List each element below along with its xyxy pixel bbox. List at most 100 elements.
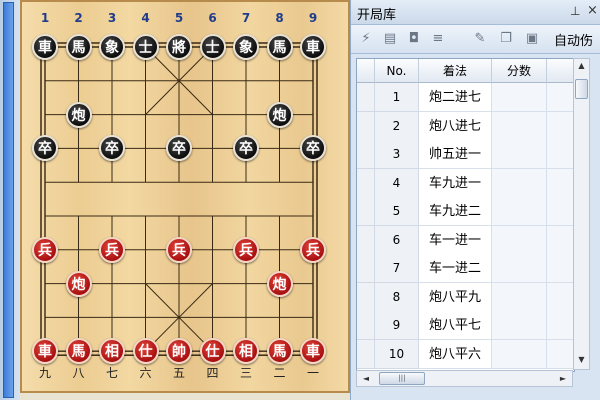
xiangqi-board[interactable]: 車馬象士將士象馬車炮炮卒卒卒卒卒兵兵兵兵兵炮炮車馬相仕帥仕相馬車 1234567… xyxy=(20,0,350,393)
move-cell[interactable]: 车一进二 xyxy=(419,254,492,283)
move-cell[interactable]: 车一进一 xyxy=(419,225,492,255)
close-icon[interactable]: × xyxy=(587,3,598,18)
score-cell[interactable] xyxy=(492,339,547,369)
table-row[interactable]: 8 炮八平九 xyxy=(357,282,574,312)
lock-icon[interactable]: ◘ xyxy=(405,30,423,48)
black-horse-left[interactable]: 馬 xyxy=(65,34,92,60)
win-cell[interactable] xyxy=(547,140,574,169)
list-icon[interactable]: ▤ xyxy=(381,30,399,48)
red-soldier-3[interactable]: 兵 xyxy=(99,236,125,263)
row-selector[interactable] xyxy=(357,311,375,340)
table-row[interactable]: 3 帅五进一 xyxy=(357,140,574,169)
win-cell[interactable] xyxy=(547,225,574,255)
win-cell[interactable] xyxy=(547,282,574,312)
score-cell[interactable] xyxy=(492,168,547,198)
score-cell[interactable] xyxy=(492,111,547,141)
move-cell[interactable]: 帅五进一 xyxy=(419,140,492,169)
table-row[interactable]: 5 车九进二 xyxy=(357,197,574,226)
red-elephant-left[interactable]: 相 xyxy=(99,338,125,365)
row-selector[interactable] xyxy=(357,339,375,369)
red-general[interactable]: 帥 xyxy=(166,338,192,365)
table-row[interactable]: 4 车九进一 xyxy=(357,168,574,198)
header-win[interactable]: 胜 xyxy=(547,59,574,83)
scroll-down-icon[interactable]: ▼ xyxy=(574,353,589,367)
black-chariot-right[interactable]: 車 xyxy=(300,34,326,60)
table-row[interactable]: 10 炮八平六 xyxy=(357,339,574,369)
red-chariot-right[interactable]: 車 xyxy=(300,338,326,365)
scroll-right-icon[interactable]: ► xyxy=(556,371,570,386)
table-row[interactable]: 6 车一进一 xyxy=(357,225,574,255)
red-horse-right[interactable]: 馬 xyxy=(266,338,293,365)
horizontal-scrollbar[interactable]: ◄ ||| ► xyxy=(356,370,573,387)
win-cell[interactable] xyxy=(547,83,574,112)
move-cell[interactable]: 车九进二 xyxy=(419,197,492,226)
move-cell[interactable]: 炮八进七 xyxy=(419,111,492,141)
header-no[interactable]: No. xyxy=(375,59,419,83)
black-general[interactable]: 將 xyxy=(166,34,192,60)
table-row[interactable]: 9 炮八平七 xyxy=(357,311,574,340)
win-cell[interactable] xyxy=(547,197,574,226)
export-icon[interactable]: ▣ xyxy=(523,30,541,48)
scroll-left-icon[interactable]: ◄ xyxy=(359,371,373,386)
score-cell[interactable] xyxy=(492,282,547,312)
red-soldier-9[interactable]: 兵 xyxy=(300,236,326,263)
black-elephant-left[interactable]: 象 xyxy=(99,34,125,60)
pin-icon[interactable]: ⊥ xyxy=(570,4,580,18)
win-cell[interactable] xyxy=(547,311,574,340)
black-advisor-left[interactable]: 士 xyxy=(132,34,159,60)
auto-button[interactable]: 自动伤 xyxy=(554,30,593,49)
scroll-up-icon[interactable]: ▲ xyxy=(574,59,589,73)
row-selector[interactable] xyxy=(357,282,375,312)
table-row[interactable]: 1 炮二进七 xyxy=(357,83,574,112)
score-cell[interactable] xyxy=(492,311,547,340)
red-cannon-left[interactable]: 炮 xyxy=(65,270,92,297)
win-cell[interactable] xyxy=(547,254,574,283)
move-cell[interactable]: 车九进一 xyxy=(419,168,492,198)
red-advisor-right[interactable]: 仕 xyxy=(199,338,226,365)
win-cell[interactable] xyxy=(547,339,574,369)
row-selector[interactable] xyxy=(357,197,375,226)
red-horse-left[interactable]: 馬 xyxy=(65,338,92,365)
filter-icon[interactable]: ≡ xyxy=(429,30,447,48)
score-cell[interactable] xyxy=(492,225,547,255)
table-row[interactable]: 2 炮八进七 xyxy=(357,111,574,141)
move-cell[interactable]: 炮八平九 xyxy=(419,282,492,312)
horizontal-scroll-thumb[interactable]: ||| xyxy=(379,372,425,385)
row-selector[interactable] xyxy=(357,111,375,141)
black-elephant-right[interactable]: 象 xyxy=(233,34,259,60)
black-horse-right[interactable]: 馬 xyxy=(266,34,293,60)
black-advisor-right[interactable]: 士 xyxy=(199,34,226,60)
row-selector[interactable] xyxy=(357,225,375,255)
copy-icon[interactable]: ❐ xyxy=(497,30,515,48)
black-cannon-left[interactable]: 炮 xyxy=(65,101,92,128)
red-soldier-5[interactable]: 兵 xyxy=(166,236,192,263)
move-cell[interactable]: 炮二进七 xyxy=(419,83,492,112)
black-cannon-right[interactable]: 炮 xyxy=(266,101,293,128)
row-selector[interactable] xyxy=(357,168,375,198)
edit-icon[interactable]: ✎ xyxy=(471,30,489,48)
move-cell[interactable]: 炮八平七 xyxy=(419,311,492,340)
red-advisor-left[interactable]: 仕 xyxy=(132,338,159,365)
wand-icon[interactable]: ⚡ xyxy=(357,30,375,48)
vertical-scrollbar[interactable]: ▲ ▼ xyxy=(573,58,590,370)
red-elephant-right[interactable]: 相 xyxy=(233,338,259,365)
row-selector[interactable] xyxy=(357,254,375,283)
table-row[interactable]: 7 车一进二 xyxy=(357,254,574,283)
score-cell[interactable] xyxy=(492,83,547,112)
score-cell[interactable] xyxy=(492,140,547,169)
red-soldier-7[interactable]: 兵 xyxy=(233,236,259,263)
red-cannon-right[interactable]: 炮 xyxy=(266,270,293,297)
header-score[interactable]: 分数 xyxy=(492,59,547,83)
row-selector[interactable] xyxy=(357,140,375,169)
move-cell[interactable]: 炮八平六 xyxy=(419,339,492,369)
win-cell[interactable] xyxy=(547,168,574,198)
score-cell[interactable] xyxy=(492,197,547,226)
red-chariot-left[interactable]: 車 xyxy=(32,338,58,365)
red-soldier-1[interactable]: 兵 xyxy=(32,236,58,263)
vertical-scroll-thumb[interactable] xyxy=(575,79,588,99)
win-cell[interactable] xyxy=(547,111,574,141)
row-selector[interactable] xyxy=(357,83,375,112)
score-cell[interactable] xyxy=(492,254,547,283)
header-move[interactable]: 着法 xyxy=(419,59,492,83)
black-chariot-left[interactable]: 車 xyxy=(32,34,58,60)
